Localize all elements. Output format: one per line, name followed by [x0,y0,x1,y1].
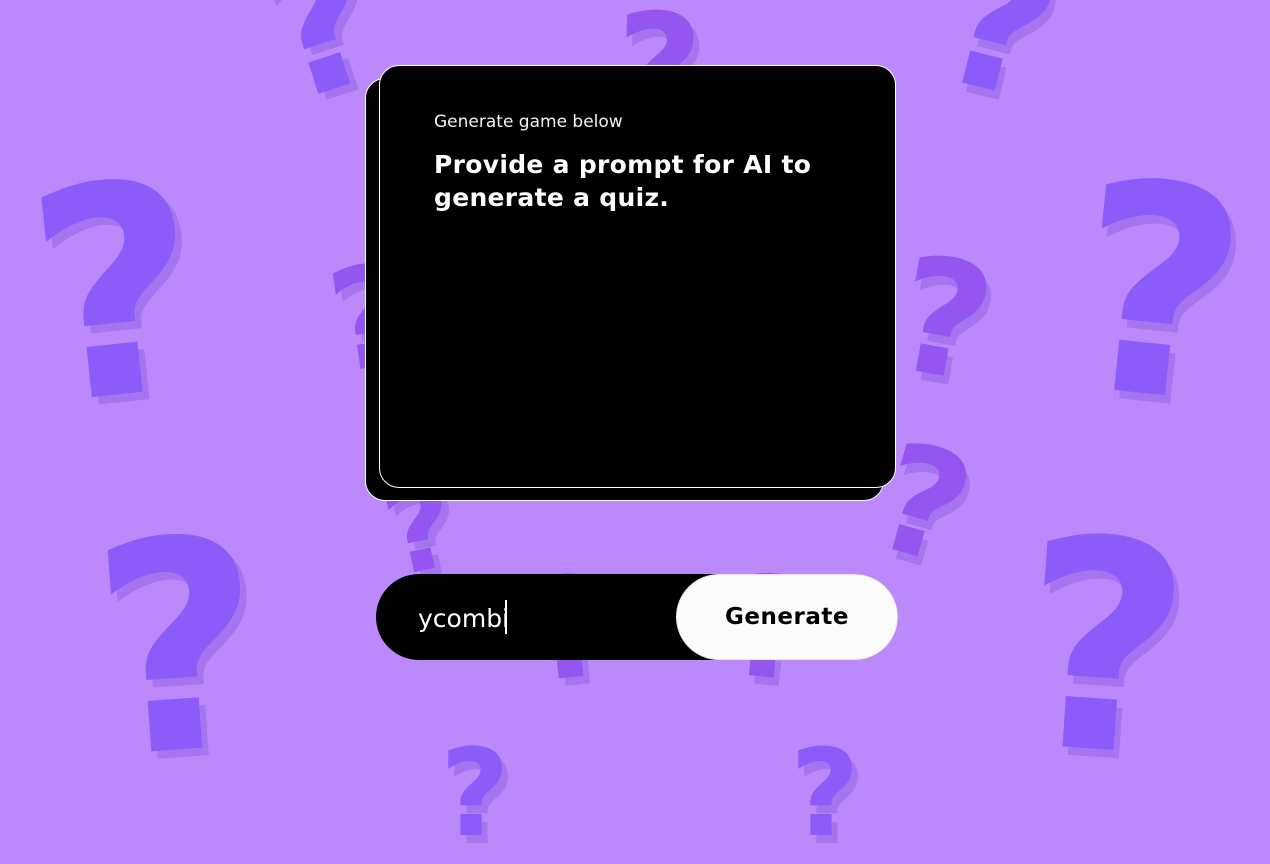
question-mark-icon: ? [83,475,275,824]
question-mark-icon: ? [14,118,218,471]
question-mark-icon: ? [790,725,860,864]
question-mark-icon: ? [1008,475,1200,824]
card-title: Provide a prompt for AI to generate a qu… [434,150,812,212]
prompt-card: Generate game below Provide a prompt for… [379,65,896,488]
question-mark-icon: ? [440,725,510,864]
generate-button[interactable]: Generate [676,574,898,660]
question-mark-icon: ? [882,219,1007,420]
text-caret [505,600,507,634]
question-mark-icon: ? [1057,118,1261,471]
prompt-bar: Generate [376,574,898,660]
question-mark-icon: ? [920,0,1081,146]
card-subtitle: Generate game below [434,112,623,132]
prompt-input[interactable] [418,596,668,640]
